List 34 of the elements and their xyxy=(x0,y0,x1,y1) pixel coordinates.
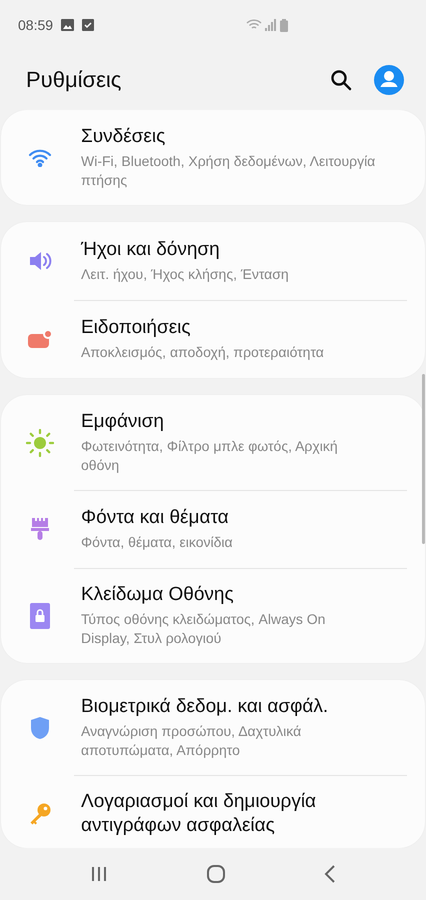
recent-apps-icon xyxy=(90,866,108,882)
signal-icon xyxy=(265,19,277,31)
item-title: Εμφάνιση xyxy=(81,410,165,434)
settings-item[interactable]: Ειδοποιήσεις Αποκλεισμός, αποδοχή, προτεραιότητα xyxy=(1,300,425,378)
image-icon xyxy=(61,19,74,31)
item-title: Φόντα και θέματα xyxy=(81,506,230,530)
settings-item[interactable]: Λογαριασμοί και δημιουργία αντιγράφων ασφαλείας xyxy=(1,775,425,848)
checkbox-icon xyxy=(82,19,94,31)
search-button[interactable] xyxy=(330,69,352,91)
item-title: Ήχοι και δόνηση xyxy=(81,238,221,262)
item-subtitle: Αναγνώριση προσώπου, Δαχτυλικά αποτυπώματα, Απόρρητο xyxy=(81,722,302,760)
battery-icon xyxy=(280,18,288,32)
item-subtitle: Φόντα, θέματα, εικονίδια xyxy=(81,533,233,552)
wifi-signal-icon xyxy=(246,19,262,31)
page-title: Ρυθμίσεις xyxy=(26,67,122,93)
status-time: 08:59 xyxy=(18,17,54,33)
item-subtitle: Λειτ. ήχου, Ήχος κλήσης, Ένταση xyxy=(81,265,289,284)
item-title: Λογαριασμοί και δημιουργία αντιγράφων ασφαλείας xyxy=(81,790,318,838)
settings-item[interactable]: Βιομετρικά δεδομ. και ασφάλ. Αναγνώριση προσώπου, Δαχτυλικά αποτυπώματα, Απόρρητο xyxy=(1,680,425,775)
settings-item[interactable]: Φόντα και θέματα Φόντα, θέματα, εικονίδια xyxy=(1,490,425,568)
item-subtitle: Wi-Fi, Bluetooth, Χρήση δεδομένων, Λειτουργία πτήσης xyxy=(81,152,376,190)
item-title: Κλείδωμα Οθόνης xyxy=(81,583,235,607)
profile-button[interactable] xyxy=(374,65,404,95)
item-subtitle: Αποκλεισμός, αποδοχή, προτεραιότητα xyxy=(81,343,324,362)
settings-item[interactable]: Κλείδωμα Οθόνης Τύπος οθόνης κλειδώματος, Always On Display, Στυλ ρολογιού xyxy=(1,568,425,663)
item-subtitle: Τύπος οθόνης κλειδώματος, Always On Display, Στυλ ρολογιού xyxy=(81,610,326,648)
item-title: Ειδοποιήσεις xyxy=(81,316,192,340)
settings-item[interactable]: Ήχοι και δόνηση Λειτ. ήχου, Ήχος κλήσης, Ένταση xyxy=(1,222,425,300)
settings-item[interactable]: Εμφάνιση Φωτεινότητα, Φίλτρο μπλε φωτός, Αρχική οθόνη xyxy=(1,395,425,490)
item-title: Συνδέσεις xyxy=(81,125,166,149)
settings-item[interactable]: Συνδέσεις Wi-Fi, Bluetooth, Χρήση δεδομένων, Λειτουργία πτήσης xyxy=(1,110,425,205)
back-icon xyxy=(324,865,336,883)
item-subtitle: Φωτεινότητα, Φίλτρο μπλε φωτός, Αρχική οθόνη xyxy=(81,437,339,475)
item-title: Βιομετρικά δεδομ. και ασφάλ. xyxy=(81,695,330,719)
